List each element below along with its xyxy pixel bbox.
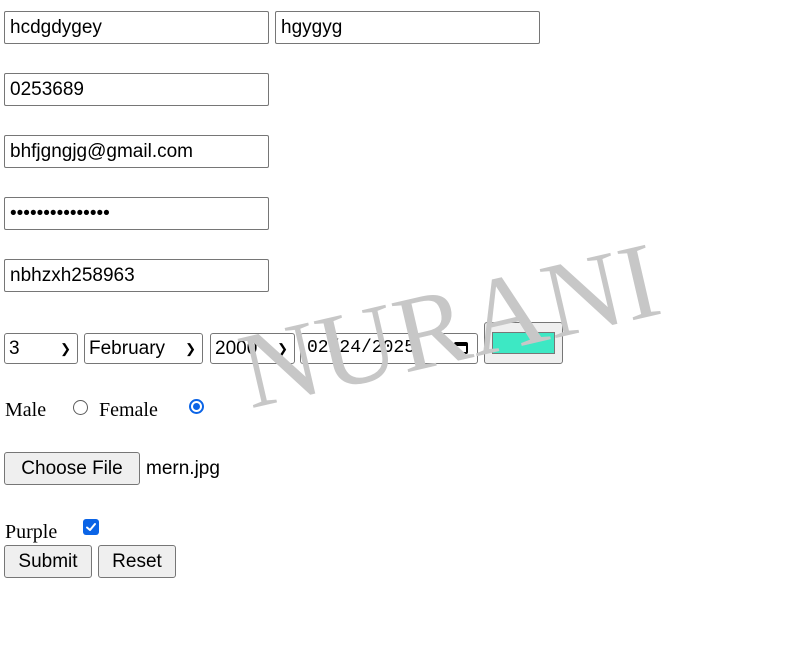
file-name: mern.jpg xyxy=(146,458,220,479)
female-label: Female xyxy=(99,399,158,421)
chevron-down-icon: ❯ xyxy=(185,341,196,356)
chevron-down-icon: ❯ xyxy=(60,341,71,356)
last-name-input[interactable]: hgygyg xyxy=(275,11,540,44)
year-select-value: 2000 xyxy=(215,338,258,359)
female-radio[interactable] xyxy=(189,399,204,414)
day-select-value: 3 xyxy=(9,338,20,359)
submit-button[interactable]: Submit xyxy=(4,545,92,578)
first-name-input[interactable]: hcdgdygey xyxy=(4,11,269,44)
day-select[interactable]: 3 ❯ xyxy=(4,333,78,364)
watermark: NURANI xyxy=(229,220,671,432)
color-swatch xyxy=(492,332,555,354)
choose-file-button[interactable]: Choose File xyxy=(4,452,140,485)
calendar-icon[interactable] xyxy=(454,342,468,354)
reset-button[interactable]: Reset xyxy=(98,545,176,578)
purple-checkbox[interactable] xyxy=(83,519,99,535)
color-picker[interactable] xyxy=(484,322,563,364)
male-label: Male xyxy=(5,399,47,421)
month-select-value: February xyxy=(89,338,166,359)
date-input-value: 02/24/2025 xyxy=(307,338,416,358)
phone-input[interactable]: 0253689 xyxy=(4,73,269,106)
checkmark-icon xyxy=(86,523,96,531)
date-input[interactable]: 02/24/2025 xyxy=(300,333,478,364)
email-input[interactable]: bhfjgngjg@gmail.com xyxy=(4,135,269,168)
username-input[interactable]: nbhzxh258963 xyxy=(4,259,269,292)
password-input[interactable]: ••••••••••••••• xyxy=(4,197,269,230)
year-select[interactable]: 2000 ❯ xyxy=(210,333,295,364)
purple-label: Purple xyxy=(5,521,58,543)
male-radio[interactable] xyxy=(73,400,88,415)
month-select[interactable]: February ❯ xyxy=(84,333,203,364)
chevron-down-icon: ❯ xyxy=(277,341,288,356)
